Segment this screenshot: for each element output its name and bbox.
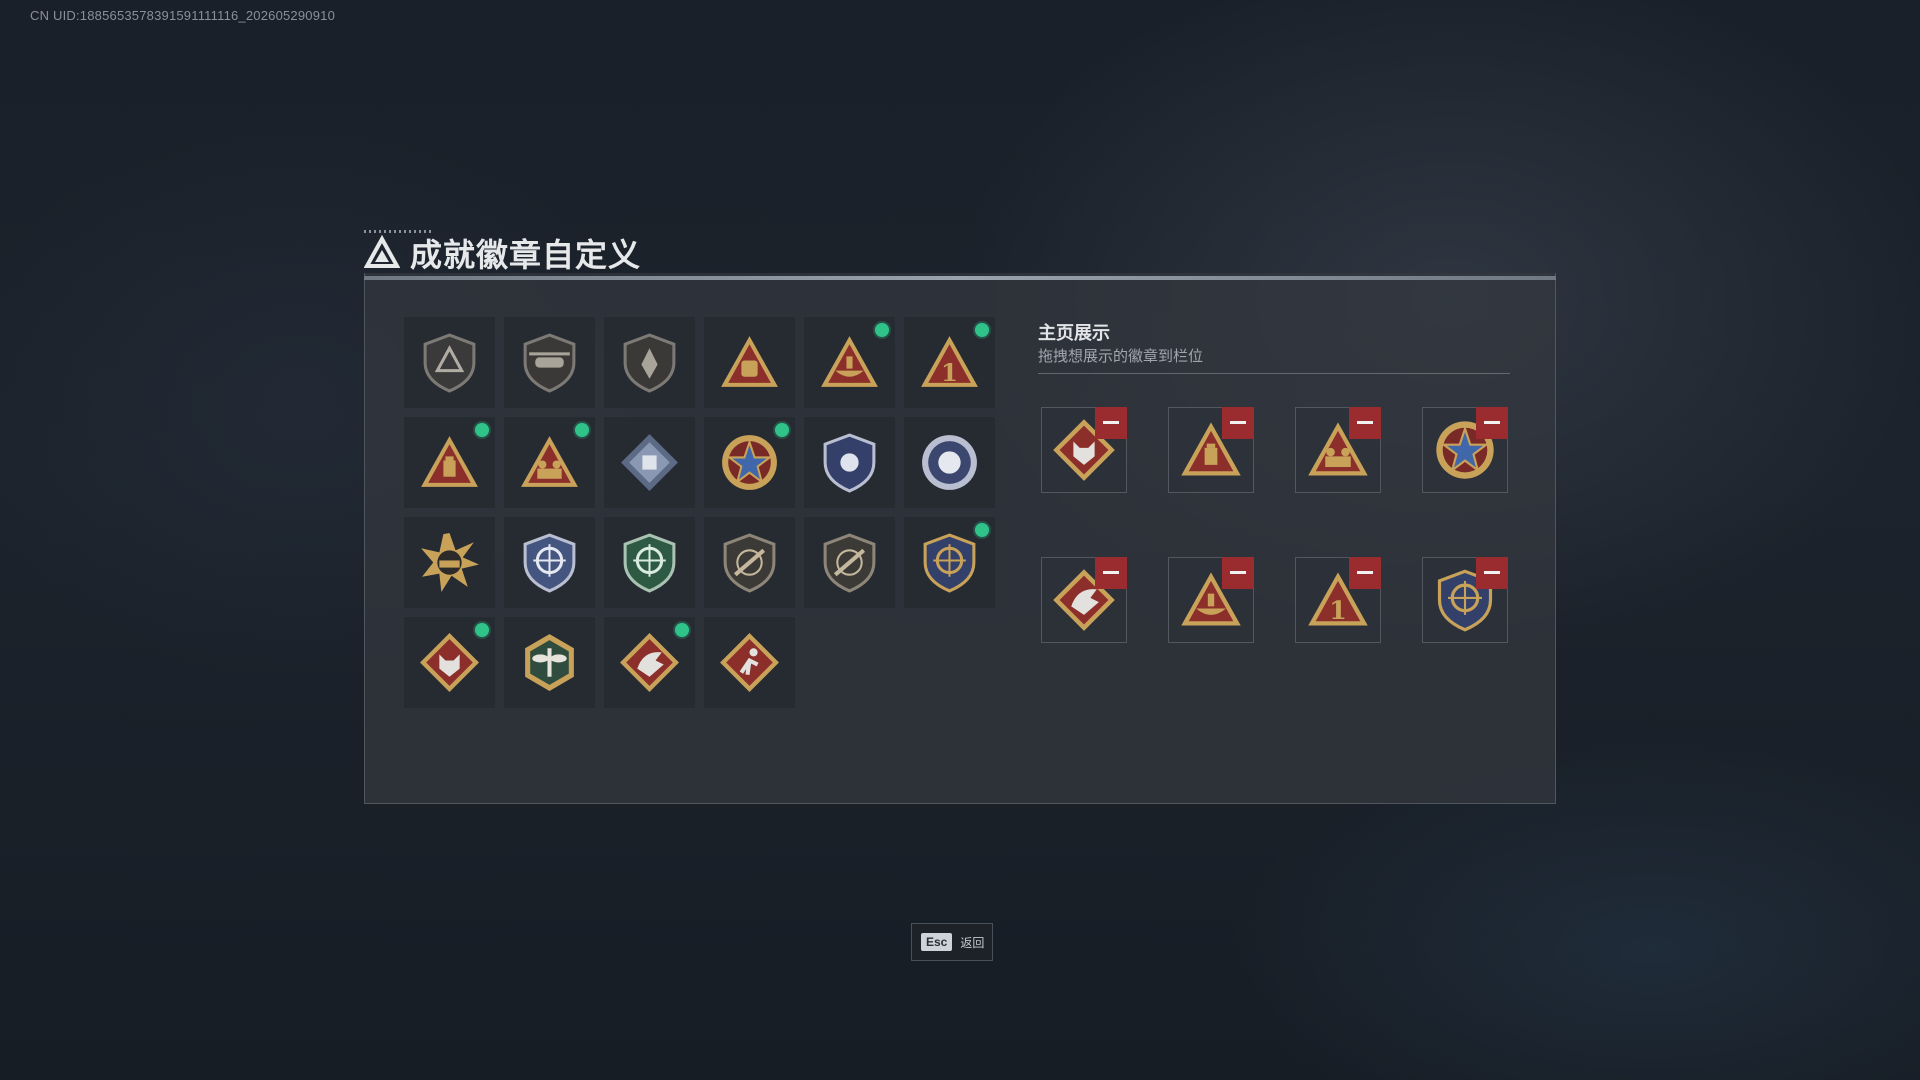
showcase-slot[interactable] — [1422, 557, 1508, 643]
badge-cell[interactable]: 1 — [904, 317, 995, 408]
remove-badge-button[interactable] — [1476, 557, 1508, 589]
wolf-diamond-badge-icon — [420, 633, 479, 692]
remove-badge-button[interactable] — [1095, 407, 1127, 439]
new-indicator-dot — [975, 323, 989, 337]
uid-label: CN UID:1885653578391591111116_2026052909… — [30, 8, 336, 23]
dragon-diamond-badge-icon — [620, 633, 679, 692]
badge-cell[interactable] — [604, 617, 695, 708]
back-label: 返回 — [960, 935, 985, 950]
badge-cell[interactable] — [704, 617, 795, 708]
showcase-divider — [1038, 373, 1510, 374]
police-shield-badge-icon — [823, 433, 876, 493]
remove-badge-button[interactable] — [1476, 407, 1508, 439]
ammo-triangle-badge-icon — [421, 436, 478, 487]
crosshair-blue-badge-icon — [523, 533, 576, 593]
showcase-subtitle: 拖拽想展示的徽章到栏位 — [1038, 348, 1204, 365]
remove-badge-button[interactable] — [1222, 557, 1254, 589]
badge-cell[interactable] — [804, 417, 895, 508]
badge-cell[interactable] — [404, 317, 495, 408]
star-medal-badge-icon — [722, 435, 777, 490]
showcase-slot[interactable] — [1422, 407, 1508, 493]
showcase-slot[interactable] — [1168, 407, 1254, 493]
crate-diamond-badge-icon — [621, 434, 678, 491]
svg-text:1: 1 — [941, 358, 958, 387]
badge-cell[interactable] — [904, 417, 995, 508]
gold-crosshair-wreath-badge-icon — [923, 533, 976, 593]
badge-cell[interactable] — [604, 417, 695, 508]
badge-cell[interactable] — [704, 317, 795, 408]
arrow-shield-badge-icon — [623, 333, 676, 393]
badge-cell[interactable] — [504, 317, 595, 408]
badge-cell[interactable] — [704, 517, 795, 608]
delta-logo-icon — [364, 235, 400, 268]
remove-badge-button[interactable] — [1349, 557, 1381, 589]
showcase-slot[interactable] — [1168, 557, 1254, 643]
ship-triangle-badge-icon — [821, 336, 878, 387]
new-indicator-dot — [875, 323, 889, 337]
showcase-slot[interactable]: 1 — [1295, 557, 1381, 643]
soldiers-triangle-badge-icon — [521, 436, 578, 487]
badge-collection-grid: 1 — [404, 317, 995, 708]
page-header: 成就徽章自定义 — [364, 230, 641, 276]
new-indicator-dot — [675, 623, 689, 637]
badge-cell[interactable] — [904, 517, 995, 608]
remove-badge-button[interactable] — [1222, 407, 1254, 439]
rose-emblem-badge-icon — [922, 435, 977, 490]
badge-cell[interactable] — [804, 517, 895, 608]
showcase-slot[interactable] — [1041, 407, 1127, 493]
tank-burst-badge-icon — [421, 533, 479, 592]
rifle-shield-2-badge-icon — [823, 533, 876, 593]
panel-top-border — [364, 276, 1556, 280]
esc-key-icon: Esc — [921, 933, 953, 951]
runner-diamond-badge-icon — [720, 633, 779, 692]
remove-badge-button[interactable] — [1349, 407, 1381, 439]
remove-badge-button[interactable] — [1095, 557, 1127, 589]
number-one-badge-icon: 1 — [921, 336, 978, 387]
new-indicator-dot — [475, 623, 489, 637]
showcase-title: 主页展示 — [1038, 323, 1110, 343]
badge-cell[interactable] — [604, 517, 695, 608]
dragonfly-hexagon-badge-icon — [525, 634, 574, 691]
new-indicator-dot — [475, 423, 489, 437]
badge-cell[interactable] — [404, 617, 495, 708]
rifle-shield-badge-icon — [723, 533, 776, 593]
badge-cell[interactable] — [504, 417, 595, 508]
badge-cell[interactable] — [704, 417, 795, 508]
shield-triangle-badge-icon — [423, 333, 476, 393]
crosshair-green-badge-icon — [623, 533, 676, 593]
helicopter-shield-badge-icon — [523, 333, 576, 393]
page-title: 成就徽章自定义 — [410, 237, 642, 273]
badge-cell[interactable] — [404, 417, 495, 508]
back-button[interactable]: Esc 返回 — [911, 923, 993, 961]
svg-text:1: 1 — [1329, 596, 1347, 626]
badge-cell[interactable] — [504, 617, 595, 708]
showcase-slot[interactable] — [1041, 557, 1127, 643]
hand-sign-badge-icon — [721, 336, 778, 387]
showcase-slot[interactable] — [1295, 407, 1381, 493]
badge-cell[interactable] — [504, 517, 595, 608]
badge-cell[interactable] — [804, 317, 895, 408]
new-indicator-dot — [975, 523, 989, 537]
badge-cell[interactable] — [404, 517, 495, 608]
badge-cell[interactable] — [604, 317, 695, 408]
new-indicator-dot — [575, 423, 589, 437]
new-indicator-dot — [775, 423, 789, 437]
